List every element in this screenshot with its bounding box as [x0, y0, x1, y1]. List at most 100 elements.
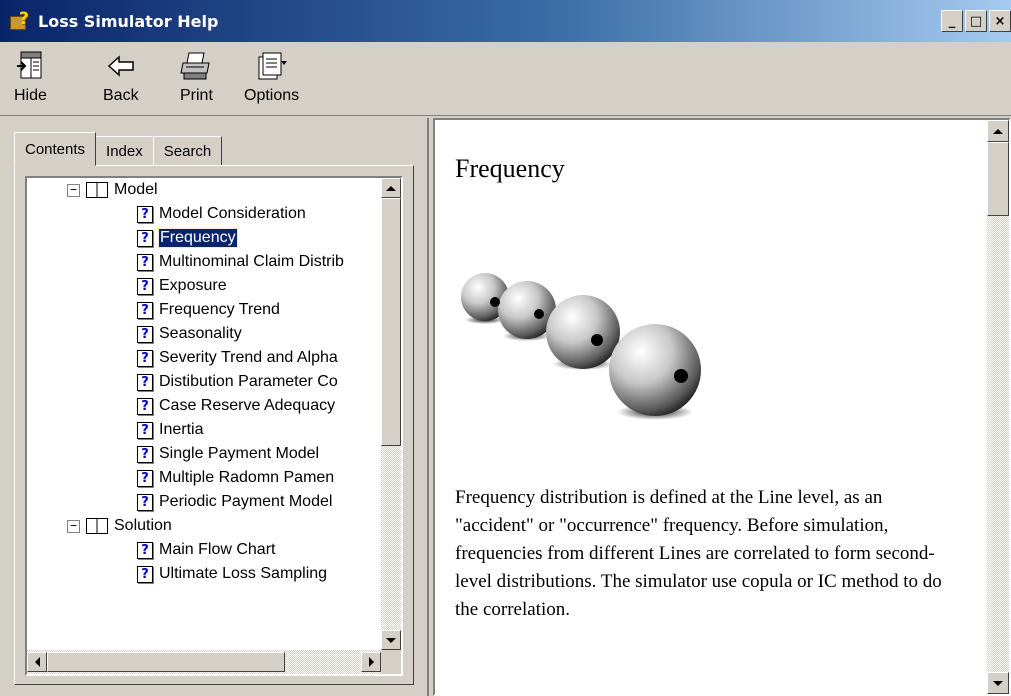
tree-item-label: Multinominal Claim Distrib: [159, 253, 344, 270]
toolbar: Hide Back Print Options: [0, 42, 1011, 116]
tree-item[interactable]: ? Main Flow Chart: [137, 538, 275, 562]
help-page-icon: ?: [137, 349, 153, 367]
tree-item[interactable]: ? Inertia: [137, 418, 203, 442]
help-page-icon: ?: [137, 397, 153, 415]
maximize-icon: □: [969, 13, 983, 29]
tree-item-label: Periodic Payment Model: [159, 493, 333, 510]
hide-button[interactable]: Hide: [14, 48, 47, 105]
back-label: Back: [103, 87, 139, 104]
tree-item-label: Ultimate Loss Sampling: [159, 565, 328, 582]
scroll-right-button[interactable]: [361, 652, 381, 672]
open-book-icon: [86, 518, 108, 534]
tree-item-label: Exposure: [159, 277, 227, 294]
tree-node-label: Solution: [114, 517, 172, 534]
tree-item[interactable]: ? Periodic Payment Model: [137, 490, 332, 514]
tree-item[interactable]: ? Distibution Parameter Co: [137, 370, 338, 394]
arrow-right-icon: [368, 657, 374, 667]
tree-node-label: Model: [114, 181, 158, 198]
help-page-icon: ?: [137, 325, 153, 343]
tree-item[interactable]: ? Multinominal Claim Distrib: [137, 250, 344, 274]
minimize-button[interactable]: _: [941, 10, 963, 32]
help-page-icon: ?: [137, 469, 153, 487]
tree-item-label: Model Consideration: [159, 205, 306, 222]
help-book-icon: ?: [10, 9, 32, 32]
help-page-icon: ?: [137, 565, 153, 583]
hide-icon: [15, 48, 45, 84]
help-page-icon: ?: [137, 373, 153, 391]
tree-item-label: Seasonality: [159, 325, 242, 342]
tree-item[interactable]: ? Frequency Trend: [137, 298, 280, 322]
help-page-icon: ?: [137, 301, 153, 319]
collapse-icon[interactable]: −: [67, 519, 80, 533]
help-page-icon: ?: [137, 205, 153, 223]
topic-vertical-scrollbar[interactable]: [987, 120, 1009, 694]
printer-icon: [180, 48, 212, 84]
close-icon: ×: [994, 13, 1006, 29]
nav-tabs: Contents Index Search: [14, 132, 223, 166]
tree-item-label: Single Payment Model: [159, 445, 320, 462]
maximize-button[interactable]: □: [965, 10, 987, 32]
tree-item[interactable]: ? Seasonality: [137, 322, 242, 346]
scroll-down-button[interactable]: [987, 672, 1009, 694]
tree-item-label: Severity Trend and Alpha: [159, 349, 338, 366]
tree-item[interactable]: ? Single Payment Model: [137, 442, 319, 466]
tree-vertical-scrollbar[interactable]: [381, 178, 401, 650]
arrow-left-icon: [34, 657, 40, 667]
scroll-corner: [381, 650, 401, 674]
navigation-pane: Contents Index Search − Model ? Model Con…: [0, 118, 429, 696]
tab-contents-label: Contents: [25, 140, 86, 158]
topic-body: Frequency distribution is defined at the…: [455, 487, 942, 620]
tree-item[interactable]: ? Model Consideration: [137, 202, 306, 226]
tree-item-label: Frequency Trend: [159, 301, 280, 318]
collapse-icon[interactable]: −: [67, 183, 80, 197]
close-button[interactable]: ×: [989, 10, 1011, 32]
tree-node-solution[interactable]: − Solution: [67, 514, 172, 538]
scroll-down-button[interactable]: [381, 630, 401, 650]
help-page-icon: ?: [137, 253, 153, 271]
tree-item[interactable]: ? Severity Trend and Alpha: [137, 346, 338, 370]
tree-item-label: Multiple Radomn Pamen: [159, 469, 335, 486]
options-icon: [255, 48, 289, 84]
hide-label: Hide: [14, 87, 47, 104]
tree-item-label: Case Reserve Adequacy: [159, 397, 336, 414]
open-book-icon: [86, 182, 108, 198]
tree-item-label: Distibution Parameter Co: [159, 373, 338, 390]
scroll-thumb-horizontal[interactable]: [47, 652, 285, 672]
tab-contents[interactable]: Contents: [14, 132, 97, 166]
help-page-icon: ?: [137, 277, 153, 295]
tree-item[interactable]: ? Ultimate Loss Sampling: [137, 562, 327, 586]
tab-index[interactable]: Index: [95, 136, 154, 166]
scroll-thumb[interactable]: [987, 142, 1009, 216]
print-button[interactable]: Print: [180, 48, 213, 105]
arrow-down-icon: [993, 680, 1003, 686]
window-title: Loss Simulator Help: [38, 11, 219, 31]
help-page-icon: ?: [137, 229, 153, 247]
scroll-thumb[interactable]: [381, 198, 401, 446]
help-page-icon: ?: [137, 541, 153, 559]
topic-pane: Frequency Frequency distribution is defi…: [433, 118, 1011, 696]
arrow-up-icon: [993, 128, 1003, 134]
tree-item-selected[interactable]: ? Frequency: [137, 226, 238, 250]
scroll-left-button[interactable]: [27, 652, 47, 672]
contents-panel: − Model ? Model Consideration ? Frequency …: [14, 165, 414, 685]
print-label: Print: [180, 87, 213, 104]
topic-title: Frequency: [455, 154, 565, 183]
help-page-icon: ?: [137, 445, 153, 463]
tree-horizontal-scrollbar[interactable]: [27, 650, 381, 674]
help-page-icon: ?: [137, 421, 153, 439]
tab-search[interactable]: Search: [152, 136, 223, 166]
options-label: Options: [244, 87, 300, 104]
arrow-down-icon: [386, 637, 396, 643]
tree-item[interactable]: ? Exposure: [137, 274, 227, 298]
contents-tree[interactable]: − Model ? Model Consideration ? Frequency …: [25, 176, 403, 676]
back-button[interactable]: Back: [103, 48, 139, 105]
tree-item-label: Frequency: [158, 228, 238, 248]
scroll-up-button[interactable]: [381, 178, 401, 198]
tab-search-label: Search: [163, 142, 212, 160]
title-bar[interactable]: ? Loss Simulator Help _ □ ×: [0, 0, 1011, 42]
tree-item[interactable]: ? Case Reserve Adequacy: [137, 394, 335, 418]
scroll-up-button[interactable]: [987, 120, 1009, 142]
options-button[interactable]: Options: [244, 48, 299, 105]
tree-node-model[interactable]: − Model: [67, 178, 158, 202]
tree-item[interactable]: ? Multiple Radomn Pamen: [137, 466, 334, 490]
